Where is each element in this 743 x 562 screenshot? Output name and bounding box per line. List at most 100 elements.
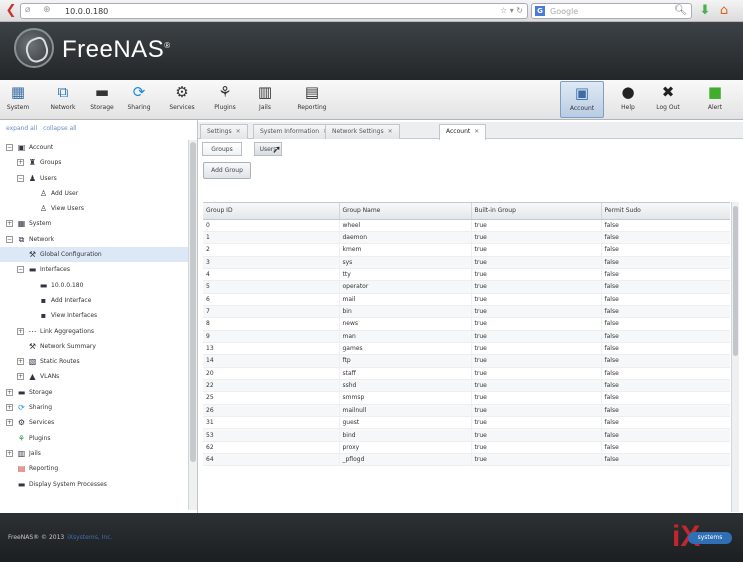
- tree-toggle-icon[interactable]: +: [6, 388, 13, 396]
- table-cell: 64: [203, 453, 340, 467]
- tab-account[interactable]: Account ✕: [439, 124, 487, 140]
- table-row[interactable]: 14 ftp true false: [203, 354, 730, 368]
- tree-toggle-icon[interactable]: −: [17, 266, 24, 274]
- table-row[interactable]: 1 daemon true false: [203, 231, 730, 245]
- toolbar-plugins-button[interactable]: ⚘ Plugins: [206, 81, 244, 118]
- tree-item-interfaces[interactable]: − ▬ Interfaces: [0, 262, 188, 277]
- tree-item-view-users[interactable]: ♙ View Users: [0, 201, 188, 216]
- tree-item-add-user[interactable]: ♙ Add User: [0, 186, 188, 201]
- table-cell: true: [471, 219, 602, 232]
- table-row[interactable]: 5 operator true false: [203, 280, 730, 294]
- tree-scrollbar-thumb[interactable]: [190, 142, 196, 462]
- tree-item-global-configuration[interactable]: ⚒ Global Configuration: [0, 247, 188, 263]
- tree-toggle-icon[interactable]: −: [6, 235, 13, 243]
- tree-toggle-icon[interactable]: +: [17, 327, 24, 335]
- tree-item-jails[interactable]: + ▥ Jails: [0, 446, 188, 461]
- toolbar-network-button[interactable]: ⧉ Network: [43, 81, 83, 118]
- tree-item-sharing[interactable]: + ⟳ Sharing: [0, 400, 188, 415]
- toolbar-alert-button[interactable]: ■ Alert: [693, 81, 737, 118]
- back-arrow-icon[interactable]: ❮: [3, 3, 19, 19]
- tab-settings[interactable]: Settings ✕: [200, 124, 248, 139]
- tree-toggle-icon[interactable]: +: [6, 404, 13, 412]
- add-group-button[interactable]: Add Group: [203, 162, 251, 179]
- column-header-permit-sudo[interactable]: Permit Sudo: [601, 203, 730, 220]
- table-row[interactable]: 20 staff true false: [203, 367, 730, 380]
- tree-toggle-icon[interactable]: +: [6, 220, 13, 228]
- table-row[interactable]: 31 guest true false: [203, 416, 730, 430]
- toolbar-sharing-button[interactable]: ⟳ Sharing: [121, 81, 157, 118]
- ixsystems-link[interactable]: iXsystems, Inc.: [67, 534, 112, 541]
- tree-item-view-interfaces[interactable]: ▪ View Interfaces: [0, 308, 188, 323]
- tab-network-settings[interactable]: Network Settings ✕: [325, 124, 400, 139]
- grid-scrollbar[interactable]: [731, 202, 739, 512]
- download-icon[interactable]: ⬇: [698, 3, 712, 19]
- table-row[interactable]: 9 man true false: [203, 330, 730, 343]
- toolbar-system-button[interactable]: ▦ System: [0, 81, 36, 118]
- toolbar-help-button[interactable]: ● Help: [613, 81, 643, 118]
- close-icon[interactable]: ✕: [388, 128, 393, 135]
- tree-item-display-system-processes[interactable]: ▬ Display System Processes: [0, 477, 188, 492]
- tree-scrollbar[interactable]: [188, 140, 197, 510]
- tree-item-10-0-0-180[interactable]: ▬ 10.0.0.180: [0, 278, 188, 293]
- table-row[interactable]: 13 games true false: [203, 342, 730, 356]
- table-row[interactable]: 62 proxy true false: [203, 441, 730, 455]
- toolbar-log-out-button[interactable]: ✖ Log Out: [648, 81, 688, 118]
- table-row[interactable]: 4 tty true false: [203, 268, 730, 282]
- tree-item-vlans[interactable]: + ▲ VLANs: [0, 369, 188, 384]
- tree-item-storage[interactable]: + ▬ Storage: [0, 385, 188, 400]
- column-header-group-name[interactable]: Group Name: [339, 203, 472, 220]
- tree-toggle-icon[interactable]: +: [17, 373, 24, 381]
- tree-item-account[interactable]: − ▣ Account: [0, 140, 188, 155]
- toolbar-account-button[interactable]: ▣ Account: [560, 81, 604, 118]
- table-row[interactable]: 64 _pflogd true false: [203, 453, 730, 467]
- table-row[interactable]: 53 bind true false: [203, 428, 730, 442]
- subtab-groups[interactable]: Groups: [202, 142, 242, 156]
- tree-toggle-icon[interactable]: −: [17, 174, 24, 182]
- close-icon[interactable]: ✕: [236, 128, 241, 135]
- url-bar[interactable]: ⌀ ⊕ 10.0.0.180 ☆ ▾ ↻: [20, 3, 528, 19]
- tree-toggle-icon[interactable]: −: [6, 144, 13, 151]
- table-row[interactable]: 25 smmsp true false: [203, 391, 730, 405]
- reload-icon[interactable]: ☆ ▾ ↻: [500, 6, 523, 15]
- tree-item-reporting[interactable]: ▤ Reporting: [0, 461, 188, 476]
- close-icon[interactable]: ✕: [474, 128, 479, 135]
- tree-item-plugins[interactable]: ⚘ Plugins: [0, 431, 188, 446]
- tree-item-add-interface[interactable]: ▪ Add Interface: [0, 293, 188, 308]
- tree-toggle-icon[interactable]: +: [17, 159, 24, 167]
- tree-item-system[interactable]: + ▦ System: [0, 216, 188, 231]
- column-header-built-in-group[interactable]: Built-in Group: [471, 203, 602, 220]
- table-row[interactable]: 8 news true false: [203, 317, 730, 331]
- toolbar-jails-button[interactable]: ▥ Jails: [248, 81, 282, 118]
- tree-toggle-icon[interactable]: +: [6, 419, 13, 427]
- tree-item-users[interactable]: − ♟ Users: [0, 171, 188, 186]
- tree-item-network[interactable]: − ⧉ Network: [0, 232, 188, 247]
- tree-item-services[interactable]: + ⚙ Services: [0, 415, 188, 430]
- table-row[interactable]: 7 bin true false: [203, 305, 730, 319]
- table-row[interactable]: 2 kmem true false: [203, 243, 730, 257]
- search-icon[interactable]: 🔍︎: [674, 5, 687, 16]
- table-row[interactable]: 26 mailnull true false: [203, 404, 730, 418]
- home-icon[interactable]: ⌂: [716, 3, 732, 19]
- tab-system-information[interactable]: System Information✕: [253, 124, 336, 139]
- table-row[interactable]: 6 mail true false: [203, 293, 730, 306]
- tree-item-label: Jails: [29, 449, 41, 457]
- toolbar-reporting-button[interactable]: ▤ Reporting: [284, 81, 340, 118]
- tree-item-static-routes[interactable]: + ▧ Static Routes: [0, 354, 188, 369]
- tree-toggle-icon[interactable]: +: [6, 449, 13, 457]
- table-row[interactable]: 22 sshd true false: [203, 379, 730, 393]
- search-bar[interactable]: G Google 🔍︎: [531, 3, 692, 19]
- table-row[interactable]: 0 wheel true false: [203, 219, 730, 232]
- expand-all-link[interactable]: expand all: [6, 125, 37, 132]
- tree-item-network-summary[interactable]: ⚒ Network Summary: [0, 339, 188, 354]
- table-cell: false: [601, 404, 730, 418]
- tree-item-link-aggregations[interactable]: + ⋯ Link Aggregations: [0, 324, 188, 339]
- toolbar-services-button[interactable]: ⚙ Services: [162, 81, 202, 118]
- toolbar-storage-button[interactable]: ▬ Storage: [85, 81, 119, 118]
- table-row[interactable]: 3 sys true false: [203, 256, 730, 269]
- site-identity-icon[interactable]: ⌀: [25, 5, 30, 15]
- column-header-group-id[interactable]: Group ID: [203, 203, 340, 220]
- grid-scrollbar-thumb[interactable]: [733, 206, 738, 356]
- tree-item-groups[interactable]: + ♜ Groups: [0, 155, 188, 170]
- tree-toggle-icon[interactable]: +: [17, 358, 24, 366]
- collapse-all-link[interactable]: collapse all: [43, 125, 77, 132]
